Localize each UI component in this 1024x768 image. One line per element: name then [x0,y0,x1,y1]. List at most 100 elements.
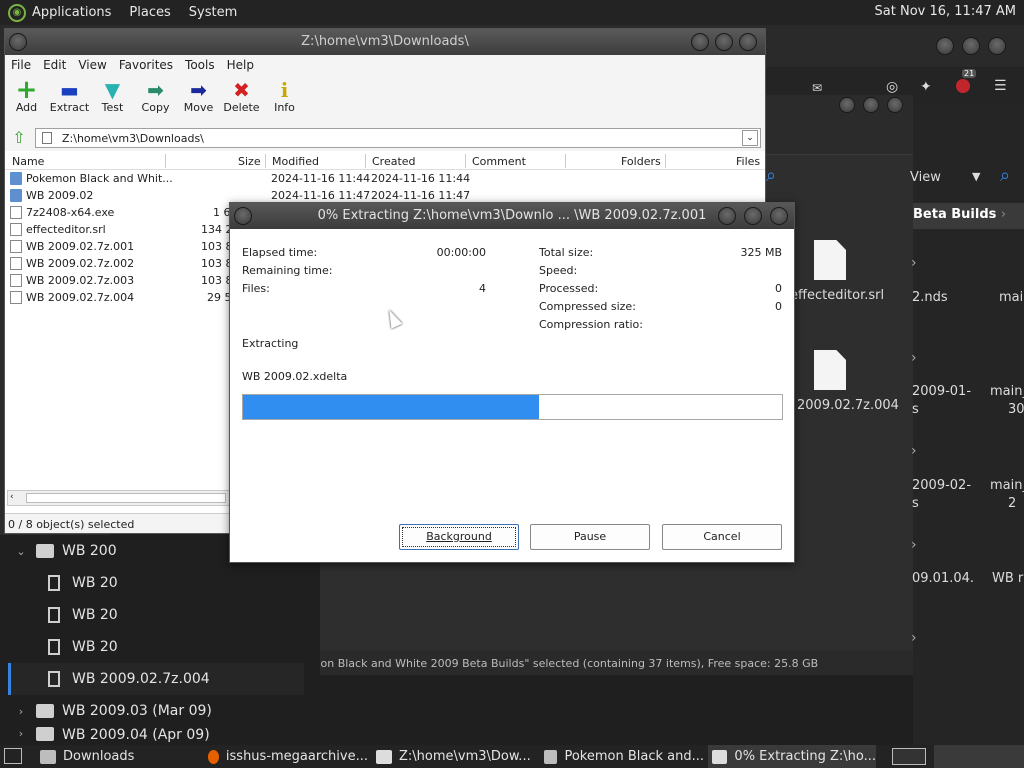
menu-help[interactable]: Help [227,58,254,72]
bg-view-label[interactable]: View [910,170,941,185]
bg-chevron-right-icon[interactable]: › [911,443,917,459]
dialog-title-bar[interactable]: 0% Extracting Z:\home\vm3\Downlo ... \WB… [230,203,794,229]
bg-breadcrumb-active[interactable]: Beta Builds › [913,203,1024,229]
bg-grid-item[interactable]: main_ [990,478,1024,493]
menu-file[interactable]: File [11,58,31,72]
bg-extensions-icon[interactable]: ✦ [920,79,932,95]
column-name[interactable]: Name [12,155,44,168]
tree-row-selected[interactable]: WB 2009.02.7z.004 [8,663,304,695]
7zip-close-button[interactable] [739,33,757,51]
bg-grid-item[interactable]: 2.nds [912,290,948,305]
bg-chevron-right-icon[interactable]: › [911,537,917,553]
bg-file-icon[interactable] [814,350,846,390]
menu-applications[interactable]: Applications [32,5,111,20]
bg-maximize-button[interactable] [962,37,980,55]
bg-chevron-right-icon[interactable]: › [911,350,917,366]
bg-chevron-right-icon[interactable]: › [911,630,917,646]
bg-grid-item[interactable]: 09.01.04. [912,571,974,586]
tree-row[interactable]: WB 20 [48,567,358,599]
bg-view-dropdown-icon[interactable]: ▼ [972,170,980,183]
bg-grid-item[interactable]: 2009-01- [912,384,971,399]
menu-system[interactable]: System [189,5,237,20]
pause-button[interactable]: Pause [530,524,650,550]
menu-favorites[interactable]: Favorites [119,58,173,72]
bg-close-button[interactable] [988,37,1006,55]
7zip-maximize-button[interactable] [715,33,733,51]
taskbar-item[interactable]: Z:\home\vm3\Dow... [372,745,536,768]
bg-grid-item[interactable]: s [912,402,919,417]
scroll-left-icon[interactable]: ‹ [10,492,22,504]
table-row[interactable]: Pokemon Black and Whit... 2024-11-16 11:4… [5,170,765,187]
workspace-switcher[interactable] [892,748,926,765]
bg-grid-item[interactable]: effecteditor.srl [790,288,884,303]
bg-grid-item[interactable]: s [912,496,919,511]
info-button[interactable]: i Info [263,75,306,125]
delete-button[interactable]: ✖ Delete [220,75,263,125]
dialog-close-button[interactable] [770,207,788,225]
bg-grid-item[interactable]: main_ [990,384,1024,399]
extract-button[interactable]: ▬ Extract [48,75,91,125]
menu-view[interactable]: View [78,58,106,72]
taskbar-item[interactable]: Pokemon Black and... [540,745,704,768]
address-input[interactable]: Z:\home\vm3\Downloads\ ⌄ [35,128,761,148]
distro-logo-icon[interactable]: ◉ [8,3,26,22]
bg-file-icon[interactable] [814,240,846,280]
bg-minimize-button[interactable] [936,37,954,55]
inner-close-button[interactable] [887,97,903,113]
inner-min-button[interactable] [839,97,855,113]
up-folder-icon[interactable]: ⇧ [9,129,29,147]
copy-button[interactable]: ➡ Copy [134,75,177,125]
cancel-button[interactable]: Cancel [662,524,782,550]
dialog-minimize-button[interactable] [718,207,736,225]
tree-row[interactable]: › WB 2009.03 (Mar 09) [14,695,324,727]
bg-search-icon-2[interactable]: ⌕ [766,165,776,186]
test-button[interactable]: ▼ Test [91,75,134,125]
7zip-window-menu-button[interactable] [9,33,27,51]
action-label: Extracting [242,337,299,350]
column-size[interactable]: Size [238,155,261,168]
taskbar-item-active[interactable]: 0% Extracting Z:\ho... [708,745,876,768]
bg-grid-item[interactable]: 30 [1008,402,1024,417]
bg-grid-item[interactable]: 2009-02- [912,478,971,493]
bg-grid-item[interactable]: 2009.02.7z.004 [797,398,899,413]
show-desktop-icon[interactable] [4,748,22,764]
workspace-area[interactable] [934,745,1024,768]
scrollbar-thumb[interactable] [26,493,226,503]
column-created[interactable]: Created [372,155,416,168]
taskbar-item[interactable]: isshus-megaarchive... [204,745,368,768]
tree-row[interactable]: › WB 2009.04 (Apr 09) [14,727,324,745]
column-comment[interactable]: Comment [472,155,526,168]
chevron-down-icon[interactable]: ⌄ [742,130,758,146]
move-button[interactable]: ➡ Move [177,75,220,125]
bg-hamburger-icon[interactable]: ☰ [994,78,1007,94]
dialog-menu-button[interactable] [234,207,252,225]
bg-chevron-right-icon[interactable]: › [911,255,917,271]
bg-grid-item[interactable]: WB r2 [992,571,1024,586]
add-button[interactable]: + Add [5,75,48,125]
chevron-right-icon[interactable]: › [14,727,28,740]
chevron-down-icon[interactable]: ⌄ [14,545,28,558]
column-modified[interactable]: Modified [272,155,319,168]
column-folders[interactable]: Folders [621,155,661,168]
bg-account-icon[interactable]: ◎ [886,79,898,95]
7zip-minimize-button[interactable] [691,33,709,51]
menu-places[interactable]: Places [129,5,170,20]
dialog-maximize-button[interactable] [744,207,762,225]
bg-search-icon[interactable]: ⌕ [1000,165,1010,186]
bg-grid-item[interactable]: 2 [1008,496,1016,511]
chevron-right-icon[interactable]: › [14,705,28,718]
taskbar-item[interactable]: Downloads [36,745,196,768]
7zip-title-bar[interactable]: Z:\home\vm3\Downloads\ [5,29,765,55]
tree-row[interactable]: WB 20 [48,599,358,631]
tree-row[interactable]: WB 20 [48,631,358,663]
bg-mail-icon[interactable]: ✉ [812,81,822,95]
column-files[interactable]: Files [736,155,760,168]
bg-ublock-icon[interactable] [956,79,970,93]
menu-edit[interactable]: Edit [43,58,66,72]
inner-max-button[interactable] [863,97,879,113]
menu-tools[interactable]: Tools [185,58,215,72]
clock[interactable]: Sat Nov 16, 11:47 AM [875,4,1016,19]
bg-grid-item[interactable]: main [999,290,1024,305]
horizontal-scrollbar[interactable]: ‹ [7,490,233,506]
background-button[interactable]: Background [399,524,519,550]
